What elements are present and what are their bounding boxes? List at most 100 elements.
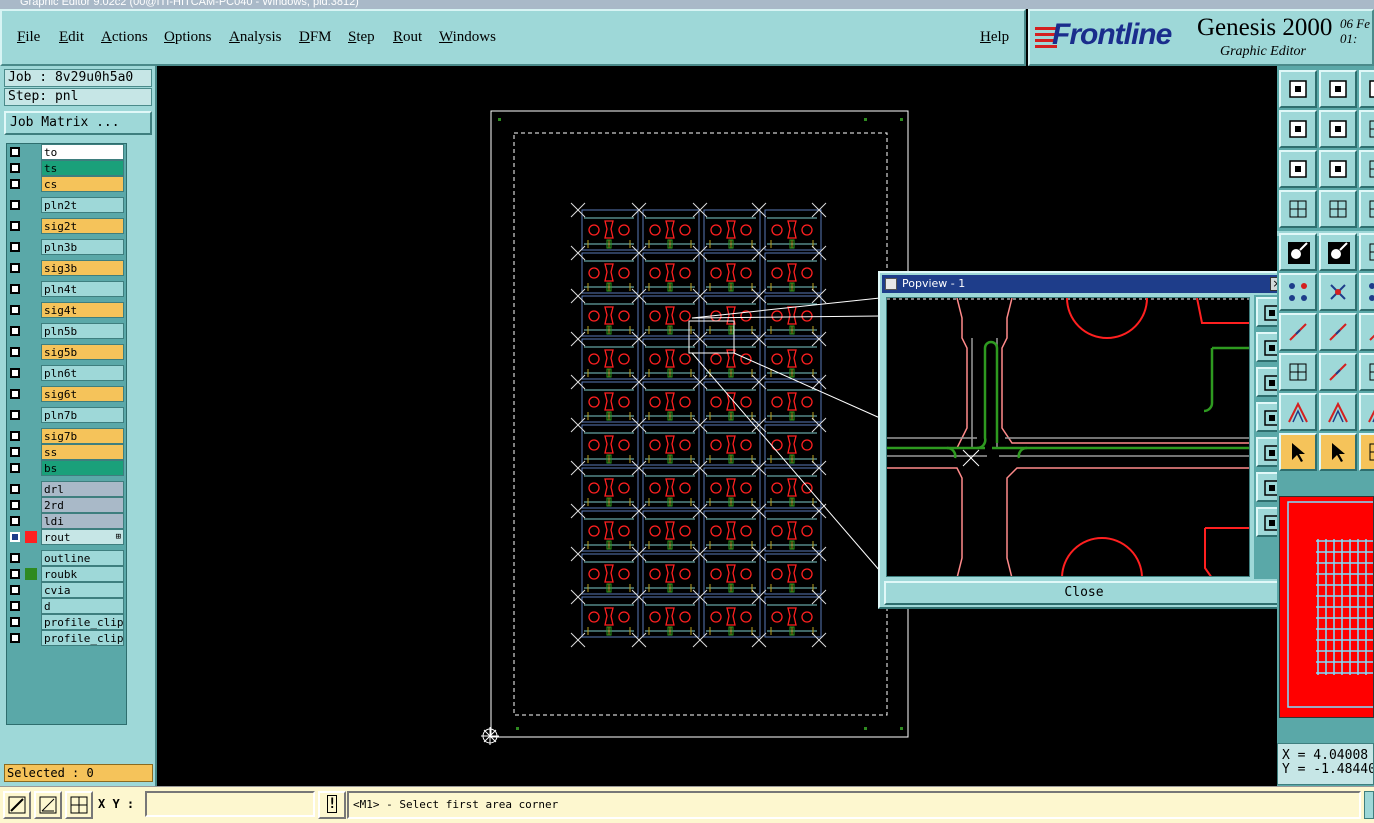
layer-name[interactable]: outline xyxy=(41,550,124,566)
menu-file[interactable]: File xyxy=(17,29,40,46)
layer-row-rout[interactable]: rout ⊞ xyxy=(7,529,125,545)
menu-windows[interactable]: Windows xyxy=(439,29,496,46)
shape-button[interactable] xyxy=(1279,353,1317,391)
cross-button[interactable] xyxy=(1319,273,1357,311)
layer-checkbox[interactable] xyxy=(10,601,20,611)
layer-row-pln2t[interactable]: pln2t xyxy=(7,197,125,213)
layer-checkbox[interactable] xyxy=(10,368,20,378)
status-end-button[interactable] xyxy=(1364,791,1374,819)
layer-name[interactable]: sig7b xyxy=(41,428,124,444)
pan-up-button[interactable] xyxy=(1279,70,1317,108)
layer-row-cvia[interactable]: cvia xyxy=(7,582,125,598)
menu-dfm[interactable]: DFM xyxy=(299,29,332,46)
layer-name[interactable]: pln5b xyxy=(41,323,124,339)
layer-row-bs[interactable]: bs xyxy=(7,460,125,476)
layer-name[interactable]: roubk xyxy=(41,566,124,582)
layer-checkbox[interactable] xyxy=(10,410,20,420)
layer-checkbox[interactable] xyxy=(10,484,20,494)
arc-button[interactable] xyxy=(1319,313,1357,351)
layer-options-icon[interactable]: ⊞ xyxy=(116,530,121,544)
layer-checkbox[interactable] xyxy=(10,431,20,441)
layer-name[interactable]: profile_clip xyxy=(41,614,124,630)
layer-name[interactable]: pln4t xyxy=(41,281,124,297)
minus-button[interactable] xyxy=(1319,353,1357,391)
layer-row-cs[interactable]: cs xyxy=(7,176,125,192)
layer-checkbox[interactable] xyxy=(10,263,20,273)
layer-name[interactable]: pln6t xyxy=(41,365,124,381)
layer-checkbox[interactable] xyxy=(10,179,20,189)
layer-name[interactable]: pln7b xyxy=(41,407,124,423)
menu-help[interactable]: Help xyxy=(980,29,1009,46)
popview-window[interactable]: Popview - 1 × Close xyxy=(878,271,1290,609)
snap-grid-button[interactable] xyxy=(1319,190,1357,228)
layer-name[interactable]: 2rd xyxy=(41,497,124,513)
layer-row-pln7b[interactable]: pln7b xyxy=(7,407,125,423)
layer-row-sig4t[interactable]: sig4t xyxy=(7,302,125,318)
triangle-button[interactable] xyxy=(1279,393,1317,431)
alert-button[interactable]: ! xyxy=(318,791,346,819)
snap-mode-button[interactable] xyxy=(3,791,31,819)
layer-checkbox[interactable] xyxy=(10,553,20,563)
layer-name[interactable]: rout ⊞ xyxy=(41,529,124,545)
layer-name[interactable]: cs xyxy=(41,176,124,192)
home-button[interactable] xyxy=(1359,70,1374,108)
layer-checkbox[interactable] xyxy=(10,347,20,357)
fork-button[interactable] xyxy=(1359,353,1374,391)
select-button[interactable] xyxy=(1279,233,1317,271)
color-button[interactable] xyxy=(1319,233,1357,271)
menu-rout[interactable]: Rout xyxy=(393,29,422,46)
layer-checkbox[interactable] xyxy=(10,389,20,399)
menu-step[interactable]: Step xyxy=(348,29,375,46)
menu-analysis[interactable]: Analysis xyxy=(229,29,282,46)
layer-row-sig7b[interactable]: sig7b xyxy=(7,428,125,444)
popview-close-button[interactable]: Close xyxy=(884,581,1284,605)
arrow-button[interactable] xyxy=(1359,313,1374,351)
layer-row-roubk[interactable]: roubk xyxy=(7,566,125,582)
layer-checkbox[interactable] xyxy=(10,463,20,473)
measure-mode-button[interactable] xyxy=(34,791,62,819)
layer-checkbox[interactable] xyxy=(10,447,20,457)
layer-checkbox[interactable] xyxy=(10,500,20,510)
layer-row-ts[interactable]: ts xyxy=(7,160,125,176)
popview-titlebar[interactable]: Popview - 1 × xyxy=(882,275,1286,293)
layer-checkbox[interactable] xyxy=(10,221,20,231)
layer-checkbox[interactable] xyxy=(10,163,20,173)
pan-left-button[interactable] xyxy=(1279,110,1317,148)
layer-row-ldi[interactable]: ldi xyxy=(7,513,125,529)
layer-checkbox[interactable] xyxy=(10,284,20,294)
layer-name[interactable]: sig5b xyxy=(41,344,124,360)
zoom-fit-button[interactable] xyxy=(1279,150,1317,188)
xy-input[interactable] xyxy=(145,791,315,817)
layer-checkbox[interactable] xyxy=(10,305,20,315)
measure-tool-button[interactable] xyxy=(1279,190,1317,228)
undo-button[interactable] xyxy=(1359,110,1374,148)
pointer-select-button[interactable] xyxy=(1319,433,1357,471)
layer-name[interactable]: cvia xyxy=(41,582,124,598)
layer-row-profile_clip[interactable]: profile_clip xyxy=(7,630,125,646)
layer-row-to[interactable]: to xyxy=(7,144,125,160)
layer-row-drl[interactable]: drl xyxy=(7,481,125,497)
layer-name[interactable]: sig2t xyxy=(41,218,124,234)
layer-checkbox[interactable] xyxy=(10,516,20,526)
overview-minimap[interactable] xyxy=(1279,496,1374,718)
pointer-button[interactable] xyxy=(1279,433,1317,471)
triangle-alt-button[interactable] xyxy=(1319,393,1357,431)
menu-actions[interactable]: Actions xyxy=(101,29,148,46)
layer-name[interactable]: profile_clip xyxy=(41,630,124,646)
layer-row-2rd[interactable]: 2rd xyxy=(7,497,125,513)
layer-row-pln3b[interactable]: pln3b xyxy=(7,239,125,255)
node-button[interactable] xyxy=(1279,273,1317,311)
layer-row-sig5b[interactable]: sig5b xyxy=(7,344,125,360)
layer-checkbox[interactable] xyxy=(10,633,20,643)
zoom-center-button[interactable] xyxy=(1319,150,1357,188)
layer-name[interactable]: sig3b xyxy=(41,260,124,276)
ruler-button[interactable] xyxy=(1359,233,1374,271)
layer-name[interactable]: ts xyxy=(41,160,124,176)
layer-checkbox[interactable] xyxy=(10,585,20,595)
layer-name[interactable]: ss xyxy=(41,444,124,460)
layer-row-pln4t[interactable]: pln4t xyxy=(7,281,125,297)
layer-name[interactable]: pln2t xyxy=(41,197,124,213)
layer-name[interactable]: bs xyxy=(41,460,124,476)
layer-name[interactable]: drl xyxy=(41,481,124,497)
layer-name[interactable]: d xyxy=(41,598,124,614)
